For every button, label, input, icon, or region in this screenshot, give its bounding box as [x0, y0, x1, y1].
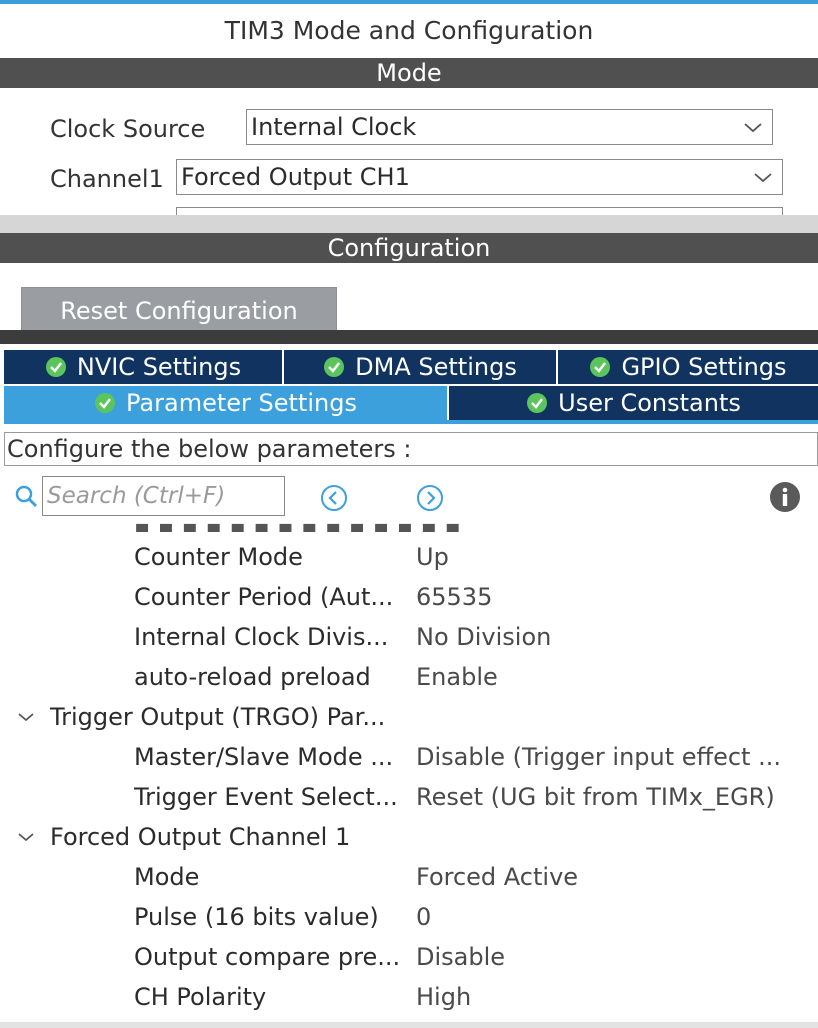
param-name: Mode — [134, 863, 200, 891]
tab-parameter-settings[interactable]: Parameter Settings — [4, 386, 449, 420]
param-name: Internal Clock Divis... — [134, 623, 389, 651]
channel2-select-clipped[interactable] — [176, 207, 783, 215]
tree-group-trgo[interactable]: Trigger Output (TRGO) Par... — [0, 697, 818, 737]
window-top-accent — [0, 0, 818, 4]
circle-right-arrow-icon[interactable] — [416, 484, 444, 512]
search-input[interactable] — [42, 476, 285, 516]
tab-dma-settings[interactable]: DMA Settings — [284, 350, 558, 384]
param-name: Counter Mode — [134, 543, 303, 571]
param-value[interactable]: Enable — [416, 657, 816, 697]
chevron-down-icon — [754, 173, 772, 183]
chevron-down-icon — [744, 123, 762, 133]
group-label: Forced Output Channel 1 — [50, 823, 351, 851]
mode-section-header[interactable]: Mode — [0, 58, 818, 88]
table-row[interactable]: CH Polarity High — [0, 977, 818, 1017]
check-circle-icon — [527, 393, 548, 413]
clock-source-value: Internal Clock — [251, 113, 417, 141]
tab-underline — [4, 420, 818, 424]
param-value[interactable]: 0 — [416, 897, 816, 937]
param-name: Counter Period (Aut... — [134, 583, 394, 611]
param-value[interactable]: High — [416, 977, 816, 1017]
clipped-row-text: ▪ ▪ ▪ ▪ ▪ ▪ ▪ ▪ ▪ ▪ ▪ ▪ ▪ ▪ — [134, 520, 461, 532]
tab-user-constants[interactable]: User Constants — [449, 386, 818, 420]
info-icon[interactable] — [769, 481, 801, 513]
configuration-section-header[interactable]: Configuration — [0, 233, 818, 263]
table-row[interactable]: Mode Forced Active — [0, 857, 818, 897]
param-name: auto-reload preload — [134, 663, 371, 691]
table-row[interactable]: Master/Slave Mode ... Disable (Trigger i… — [0, 737, 818, 777]
config-divider — [0, 330, 818, 344]
caret-down-icon[interactable] — [16, 709, 36, 725]
caret-down-icon[interactable] — [16, 829, 36, 845]
param-value[interactable]: 65535 — [416, 577, 816, 617]
param-name: CH Polarity — [134, 983, 267, 1011]
reset-configuration-button[interactable]: Reset Configuration — [21, 287, 337, 333]
clock-source-label: Clock Source — [50, 115, 206, 143]
tab-nvic-label: NVIC Settings — [76, 353, 242, 381]
param-name: Trigger Event Select... — [134, 783, 398, 811]
param-name: Master/Slave Mode ... — [134, 743, 394, 771]
table-row[interactable]: Counter Period (Aut... 65535 — [0, 577, 818, 617]
channel1-value: Forced Output CH1 — [181, 163, 410, 191]
group-label: Trigger Output (TRGO) Par... — [50, 703, 386, 731]
table-row[interactable]: auto-reload preload Enable — [0, 657, 818, 697]
tab-parameter-label: Parameter Settings — [126, 389, 357, 417]
table-row[interactable]: Pulse (16 bits value) 0 — [0, 897, 818, 937]
channel1-label: Channel1 — [50, 165, 164, 193]
tree-group-forced-output[interactable]: Forced Output Channel 1 — [0, 817, 818, 857]
param-value[interactable]: Up — [416, 537, 816, 577]
param-name: Output compare pre... — [134, 943, 401, 971]
param-value[interactable]: No Division — [416, 617, 816, 657]
tab-nvic-settings[interactable]: NVIC Settings — [4, 350, 284, 384]
param-value[interactable]: Reset (UG bit from TIMx_EGR) — [416, 777, 816, 817]
table-row[interactable]: Internal Clock Divis... No Division — [0, 617, 818, 657]
param-value[interactable]: Forced Active — [416, 857, 816, 897]
table-row[interactable]: Counter Mode Up — [0, 537, 818, 577]
splitter-band[interactable] — [0, 215, 818, 233]
tab-gpio-label: GPIO Settings — [621, 353, 787, 381]
configure-info-text: Configure the below parameters : — [4, 432, 818, 466]
table-row[interactable]: Trigger Event Select... Reset (UG bit fr… — [0, 777, 818, 817]
check-circle-icon — [324, 357, 345, 377]
search-icon[interactable] — [14, 484, 38, 508]
tab-dma-label: DMA Settings — [355, 353, 517, 381]
check-circle-icon — [590, 357, 611, 377]
check-circle-icon — [95, 393, 116, 413]
parameter-tree[interactable]: ▪ ▪ ▪ ▪ ▪ ▪ ▪ ▪ ▪ ▪ ▪ ▪ ▪ ▪ Counter Mode… — [0, 520, 818, 1020]
tab-user-constants-label: User Constants — [558, 389, 741, 417]
check-circle-icon — [45, 357, 66, 377]
circle-left-arrow-icon[interactable] — [320, 484, 348, 512]
window-title: TIM3 Mode and Configuration — [224, 16, 594, 45]
param-value[interactable]: Disable — [416, 937, 816, 977]
param-value[interactable]: Disable (Trigger input effect ... — [416, 737, 816, 777]
bottom-border — [0, 1022, 818, 1028]
channel1-select[interactable]: Forced Output CH1 — [176, 159, 783, 195]
clock-source-select[interactable]: Internal Clock — [246, 109, 773, 145]
tab-gpio-settings[interactable]: GPIO Settings — [558, 350, 818, 384]
param-name: Pulse (16 bits value) — [134, 903, 379, 931]
table-row[interactable]: Output compare pre... Disable — [0, 937, 818, 977]
